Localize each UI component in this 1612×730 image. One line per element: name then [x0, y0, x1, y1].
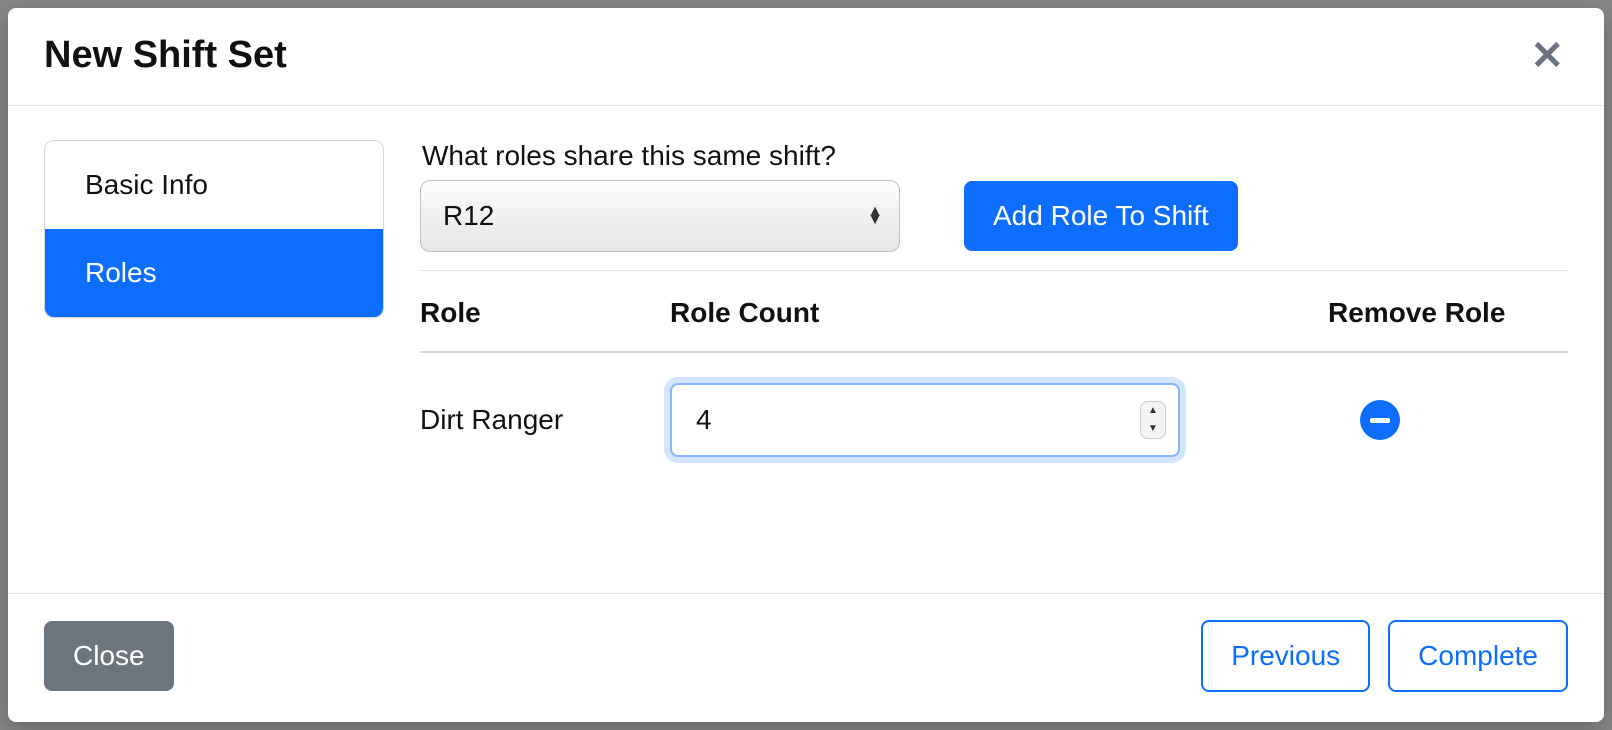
col-remove-role: Remove Role	[1318, 297, 1568, 329]
cell-role-name: Dirt Ranger	[420, 404, 670, 436]
table-row: Dirt Ranger ▲▼	[420, 353, 1568, 487]
role-select-value: R12	[443, 200, 494, 232]
tab-label: Basic Info	[85, 169, 208, 200]
button-label: Complete	[1418, 640, 1538, 672]
close-icon[interactable]: ✕	[1526, 36, 1568, 76]
cell-role-count: ▲▼	[670, 383, 1180, 457]
role-select-row: R12 ▲▼ Add Role To Shift	[420, 180, 1568, 271]
modal-dialog: New Shift Set ✕ Basic Info Roles What ro…	[8, 8, 1604, 722]
table-header-row: Role Role Count Remove Role	[420, 271, 1568, 353]
button-label: Add Role To Shift	[993, 200, 1209, 232]
tab-label: Roles	[85, 257, 157, 288]
tab-list: Basic Info Roles	[44, 140, 384, 318]
remove-role-button[interactable]	[1360, 400, 1400, 440]
add-role-button[interactable]: Add Role To Shift	[964, 181, 1238, 251]
tab-roles[interactable]: Roles	[45, 229, 383, 317]
modal-title: New Shift Set	[44, 34, 287, 77]
main-panel: What roles share this same shift? R12 ▲▼…	[420, 140, 1568, 583]
button-label: Previous	[1231, 640, 1340, 672]
role-select[interactable]: R12 ▲▼	[420, 180, 900, 252]
col-role-count: Role Count	[670, 297, 1318, 329]
modal-header: New Shift Set ✕	[8, 8, 1604, 106]
chevron-updown-icon: ▲▼	[867, 208, 883, 224]
footer-right-group: Previous Complete	[1201, 620, 1568, 692]
tab-basic-info[interactable]: Basic Info	[45, 141, 383, 229]
modal-footer: Close Previous Complete	[8, 593, 1604, 722]
col-role: Role	[420, 297, 670, 329]
previous-button[interactable]: Previous	[1201, 620, 1370, 692]
sidebar: Basic Info Roles	[44, 140, 384, 583]
roles-table: Role Role Count Remove Role Dirt Ranger …	[420, 271, 1568, 487]
roles-prompt: What roles share this same shift?	[420, 140, 1568, 172]
button-label: Close	[73, 640, 145, 672]
minus-icon	[1370, 418, 1390, 423]
role-count-input[interactable]	[670, 383, 1180, 457]
number-stepper-icon[interactable]: ▲▼	[1140, 401, 1166, 439]
cell-remove	[1318, 400, 1568, 440]
complete-button[interactable]: Complete	[1388, 620, 1568, 692]
modal-body: Basic Info Roles What roles share this s…	[8, 106, 1604, 593]
close-button[interactable]: Close	[44, 621, 174, 691]
